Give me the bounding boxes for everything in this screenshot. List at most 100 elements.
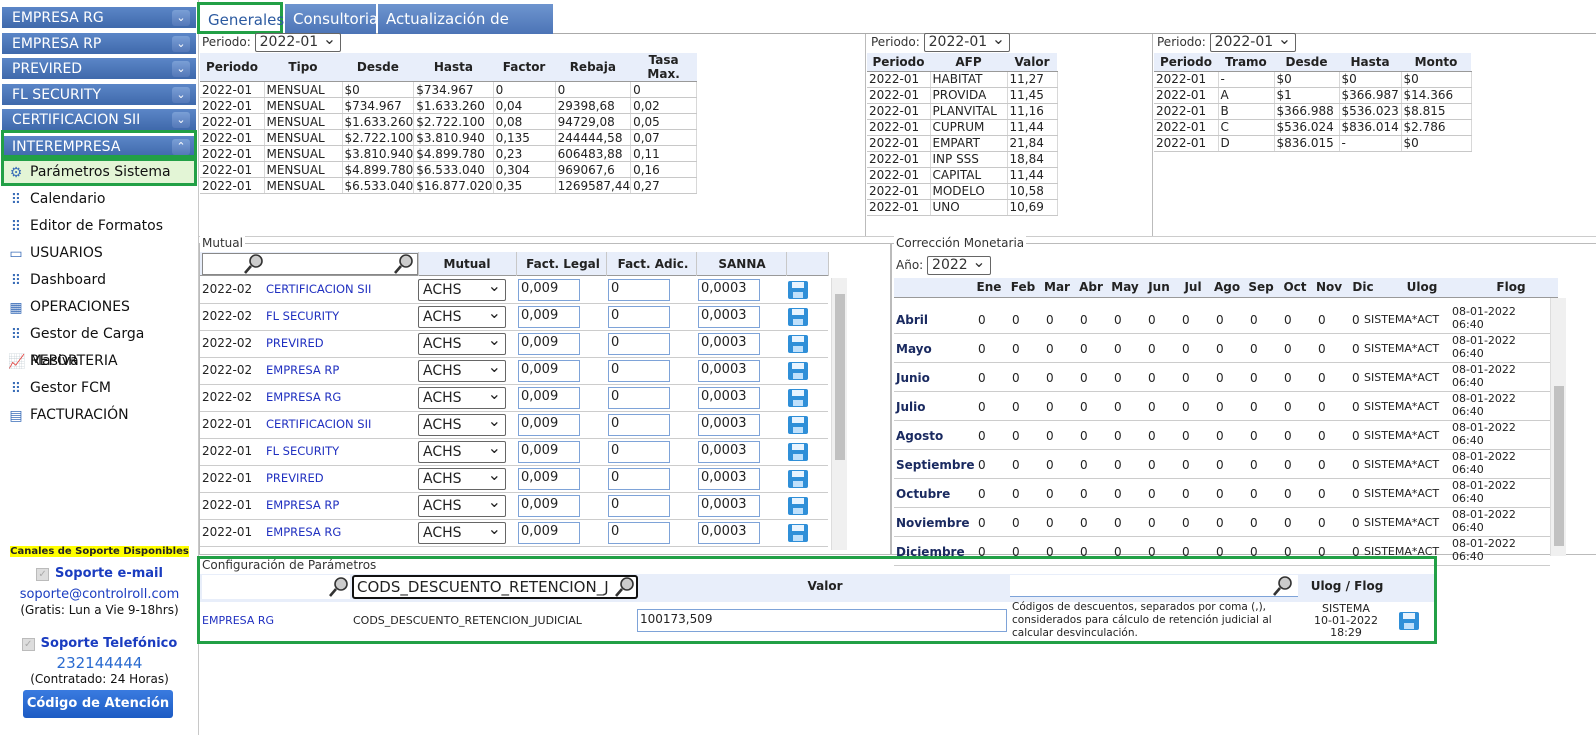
mutual-scroll-thumb[interactable] xyxy=(835,294,845,460)
table-row[interactable]: Noviembre 0 0 0 0 0 0 0 0 0 0 0 0 SISTEMA*ACT 08-01-20… xyxy=(894,508,1550,537)
mutual-select[interactable]: ACHS xyxy=(418,384,506,409)
fact-legal-input[interactable]: 0,009 xyxy=(518,360,580,382)
correccion-scroll-thumb[interactable] xyxy=(1554,386,1564,546)
fact-legal-input[interactable]: 0,009 xyxy=(518,306,580,328)
sidebar-item-reporteria[interactable]: 📈 REPORTERIA xyxy=(2,348,196,375)
save-icon[interactable] xyxy=(788,443,808,461)
sanna-input[interactable]: 0,0003 xyxy=(698,333,760,355)
fact-legal-input[interactable]: 0,009 xyxy=(518,414,580,436)
email-checkbox[interactable]: ✓ xyxy=(36,568,50,581)
table-row[interactable]: 2022-01 MENSUAL $6.533.040 $16.877.020 0,35 1… xyxy=(200,177,698,194)
fact-legal-input[interactable]: 0,009 xyxy=(518,387,580,409)
table-row[interactable]: 2022-02 CERTIFICACION SII ACHS 0,009 0 0,0003 xyxy=(200,276,828,304)
sidebar-item-facturación[interactable]: ▤ FACTURACIÓN xyxy=(2,402,196,429)
fact-adic-input[interactable]: 0 xyxy=(608,279,670,301)
mutual-select[interactable]: ACHS xyxy=(418,519,506,544)
afp-periodo-select[interactable]: 2022-01 xyxy=(923,30,1011,52)
save-icon[interactable] xyxy=(788,497,808,515)
table-row[interactable]: 2022-01 MENSUAL $734.967 $1.633.260 0,04 2939… xyxy=(200,97,698,114)
mutual-select[interactable]: ACHS xyxy=(418,357,506,382)
sidebar-item-gestor-de-carga-masiva[interactable]: ⠿ Gestor de Carga Masiva xyxy=(2,321,196,369)
table-row[interactable]: 2022-02 PREVIRED ACHS 0,009 0 0,0003 xyxy=(200,330,828,358)
fact-legal-input[interactable]: 0,009 xyxy=(518,468,580,490)
fact-adic-input[interactable]: 0 xyxy=(608,360,670,382)
fact-adic-input[interactable]: 0 xyxy=(608,414,670,436)
empresa-link[interactable]: CERTIFICACION SII xyxy=(266,417,371,431)
table-row[interactable]: 2022-01 A $1 $366.987 $14.366 xyxy=(1154,87,1472,104)
sanna-input[interactable]: 0,0003 xyxy=(698,441,760,463)
fact-adic-input[interactable]: 0 xyxy=(608,387,670,409)
empresa-link[interactable]: FL SECURITY xyxy=(266,309,339,323)
table-row[interactable]: 2022-01 D $836.015- $0 xyxy=(1154,135,1472,152)
impuesto-periodo-select[interactable]: 2022-01 xyxy=(254,30,342,52)
table-row[interactable]: 2022-01 EMPRESA RG ACHS 0,009 0 0,0003 xyxy=(200,519,828,547)
save-icon[interactable] xyxy=(788,389,808,407)
mutual-select[interactable]: ACHS xyxy=(418,330,506,355)
tab-actualizacion[interactable]: Actualización de versión xyxy=(378,4,553,58)
table-row[interactable]: 2022-02 EMPRESA RP ACHS 0,009 0 0,0003 xyxy=(200,357,828,385)
save-icon[interactable] xyxy=(788,416,808,434)
fact-legal-input[interactable]: 0,009 xyxy=(518,522,580,544)
support-email-link[interactable]: soporte@controlroll.com xyxy=(0,587,199,602)
table-row[interactable]: 2022-01 PROVIDA 11,45 xyxy=(867,87,1058,104)
tab-generales[interactable]: Generales xyxy=(197,2,284,34)
mutual-select[interactable]: ACHS xyxy=(418,411,506,436)
table-row[interactable]: 2022-01 C $536.024 $836.014 $2.786 xyxy=(1154,119,1472,136)
table-row[interactable]: 2022-02 EMPRESA RG ACHS 0,009 0 0,0003 xyxy=(200,384,828,412)
accordion-empresa-rg[interactable]: EMPRESA RG ⌄ xyxy=(2,7,196,29)
correccion-scrollbar[interactable] xyxy=(1550,298,1566,556)
table-row[interactable]: 2022-01 CUPRUM 11,44 xyxy=(867,119,1058,136)
table-row[interactable]: 2022-01 UNO 10,69 xyxy=(867,199,1058,216)
empresa-link[interactable]: PREVIRED xyxy=(266,471,324,485)
table-row[interactable]: 2022-01 B $366.988 $536.023 $8.815 xyxy=(1154,103,1472,120)
table-row[interactable]: Agosto 0 0 0 0 0 0 0 0 0 0 0 0 SISTEMA*ACT 08-01-2022 0… xyxy=(894,421,1550,450)
fact-adic-input[interactable]: 0 xyxy=(608,468,670,490)
empresa-link[interactable]: EMPRESA RP xyxy=(266,498,339,512)
table-row[interactable]: 2022-01 INP SSS 18,84 xyxy=(867,151,1058,168)
table-row[interactable]: 2022-01 CERTIFICACION SII ACHS 0,009 0 0,0003 xyxy=(200,411,828,439)
save-icon[interactable] xyxy=(788,281,808,299)
table-row[interactable]: 2022-02 FL SECURITY ACHS 0,009 0 0,0003 xyxy=(200,303,828,331)
table-row[interactable]: 2022-01 MENSUAL $3.810.940 $4.899.780 0,23 60… xyxy=(200,145,698,162)
fact-legal-input[interactable]: 0,009 xyxy=(518,279,580,301)
sidebar-item-operaciones[interactable]: ▦ OPERACIONES xyxy=(2,294,196,321)
table-row[interactable]: 2022-01 FL SECURITY ACHS 0,009 0 0,0003 xyxy=(200,438,828,466)
mutual-select[interactable]: ACHS xyxy=(418,303,506,328)
table-row[interactable]: Junio 0 0 0 0 0 0 0 0 0 0 0 0 SISTEMA*ACT 08-01-2022 06… xyxy=(894,363,1550,392)
sanna-input[interactable]: 0,0003 xyxy=(698,522,760,544)
fact-adic-input[interactable]: 0 xyxy=(608,522,670,544)
tramos-periodo-select[interactable]: 2022-01 xyxy=(1209,30,1297,52)
accordion-fl-security[interactable]: FL SECURITY ⌄ xyxy=(2,84,196,106)
save-icon[interactable] xyxy=(788,308,808,326)
accordion-empresa-rp[interactable]: EMPRESA RP ⌄ xyxy=(2,33,196,55)
mutual-select[interactable]: ACHS xyxy=(418,465,506,490)
empresa-link[interactable]: EMPRESA RG xyxy=(266,390,341,404)
sanna-input[interactable]: 0,0003 xyxy=(698,468,760,490)
mutual-select[interactable]: ACHS xyxy=(418,438,506,463)
table-row[interactable]: 2022-01 MENSUAL $1.633.260 $2.722.100 0,08 94… xyxy=(200,113,698,130)
sidebar-item-usuarios[interactable]: ▭ USUARIOS xyxy=(2,240,196,267)
sanna-input[interactable]: 0,0003 xyxy=(698,279,760,301)
sanna-input[interactable]: 0,0003 xyxy=(698,360,760,382)
codigo-atencion-button[interactable]: Código de Atención xyxy=(23,690,173,718)
save-icon[interactable] xyxy=(788,524,808,542)
fact-legal-input[interactable]: 0,009 xyxy=(518,333,580,355)
table-row[interactable]: 2022-01 MENSUAL $0 $734.967 0 0 0 xyxy=(200,81,698,98)
table-row[interactable]: 2022-01 EMPRESA RP ACHS 0,009 0 0,0003 xyxy=(200,492,828,520)
sidebar-item-editor-de-formatos[interactable]: ⠿ Editor de Formatos xyxy=(2,213,196,240)
fact-adic-input[interactable]: 0 xyxy=(608,441,670,463)
sidebar-item-dashboard[interactable]: ⠿ Dashboard xyxy=(2,267,196,294)
empresa-link[interactable]: EMPRESA RP xyxy=(266,363,339,377)
accordion-certificacion-sii[interactable]: CERTIFICACION SII ⌄ xyxy=(2,109,196,131)
sidebar-item-gestor-fcm[interactable]: ⠿ Gestor FCM xyxy=(2,375,196,402)
fact-legal-input[interactable]: 0,009 xyxy=(518,441,580,463)
table-row[interactable]: 2022-01 MENSUAL $2.722.100 $3.810.940 0,135 2… xyxy=(200,129,698,146)
table-row[interactable]: Abril 0 0 0 0 0 0 0 0 0 0 0 0 SISTEMA*ACT 08-01-2022 06… xyxy=(894,305,1550,334)
empresa-link[interactable]: PREVIRED xyxy=(266,336,324,350)
fact-adic-input[interactable]: 0 xyxy=(608,333,670,355)
table-row[interactable]: Mayo 0 0 0 0 0 0 0 0 0 0 0 0 SISTEMA*ACT 08-01-2022 06:… xyxy=(894,334,1550,363)
year-select[interactable]: 2022 xyxy=(927,253,991,275)
fact-adic-input[interactable]: 0 xyxy=(608,306,670,328)
fact-adic-input[interactable]: 0 xyxy=(608,495,670,517)
empresa-link[interactable]: EMPRESA RG xyxy=(266,525,341,539)
